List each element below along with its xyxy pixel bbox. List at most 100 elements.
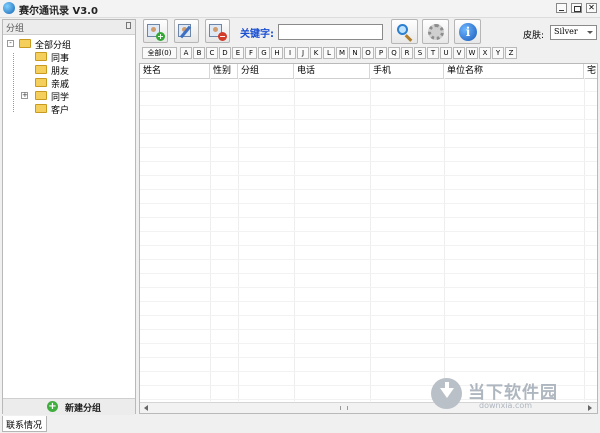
keyword-search-input[interactable] — [278, 24, 383, 40]
filter-letter-button[interactable]: X — [479, 47, 491, 59]
grid-row-line — [140, 343, 597, 344]
filter-letter-button[interactable]: Z — [505, 47, 517, 59]
grid-row-line — [140, 105, 597, 106]
pin-icon[interactable] — [126, 22, 131, 29]
tree-item[interactable]: + 同学 — [3, 89, 133, 103]
filter-all-button[interactable]: 全部(0) — [142, 47, 177, 59]
skin-select[interactable]: Silver — [550, 25, 597, 40]
title-bar: 赛尔通讯录 V3.0 ✕ — [0, 0, 600, 18]
settings-button[interactable] — [422, 19, 449, 44]
folder-icon — [19, 39, 31, 48]
grid-row-line — [140, 119, 597, 120]
grid-row-line — [140, 315, 597, 316]
tree-item[interactable]: 同事 — [3, 50, 133, 64]
filter-letter-button[interactable]: F — [245, 47, 257, 59]
filter-letter-button[interactable]: D — [219, 47, 231, 59]
folder-icon — [35, 52, 47, 61]
collapse-icon[interactable]: - — [7, 40, 14, 47]
grid-row-line — [140, 147, 597, 148]
edit-contact-button[interactable] — [174, 19, 199, 43]
grid-column-line — [294, 78, 295, 401]
about-button[interactable]: i — [454, 19, 481, 44]
column-header[interactable]: 电话 — [294, 64, 370, 78]
filter-letter-button[interactable]: P — [375, 47, 387, 59]
tree-item[interactable]: - 全部分组 — [3, 37, 133, 51]
grid-row-line — [140, 231, 597, 232]
skin-label: 皮肤: — [523, 31, 545, 41]
search-button[interactable] — [391, 19, 418, 44]
delete-contact-button[interactable]: − — [205, 19, 230, 43]
watermark-url: downxia.com — [479, 401, 533, 410]
filter-letter-button[interactable]: C — [206, 47, 218, 59]
skin-select-value: Silver — [554, 27, 578, 36]
maximize-button[interactable] — [571, 3, 582, 13]
close-button[interactable]: ✕ — [586, 3, 597, 13]
grid-row-line — [140, 175, 597, 176]
grid-column-line — [584, 78, 585, 401]
column-header[interactable]: 单位名称 — [444, 64, 584, 78]
scroll-thumb[interactable] — [340, 406, 348, 410]
grid-row-line — [140, 259, 597, 260]
filter-letter-button[interactable]: T — [427, 47, 439, 59]
grid-column-line — [210, 78, 211, 401]
scroll-right-icon[interactable] — [588, 405, 592, 411]
tree-item[interactable]: 客户 — [3, 102, 133, 116]
folder-icon — [35, 91, 47, 100]
app-logo-icon — [3, 2, 15, 14]
grid-row-line — [140, 329, 597, 330]
filter-letter-button[interactable]: H — [271, 47, 283, 59]
filter-letter-button[interactable]: G — [258, 47, 270, 59]
filter-letter-button[interactable]: B — [193, 47, 205, 59]
grid-row-line — [140, 189, 597, 190]
filter-letter-button[interactable]: Y — [492, 47, 504, 59]
filter-letter-button[interactable]: N — [349, 47, 361, 59]
filter-letter-button[interactable]: J — [297, 47, 309, 59]
watermark-text: 当下软件园 — [468, 383, 558, 403]
folder-icon — [35, 65, 47, 74]
grid-body — [140, 78, 597, 401]
filter-letter-button[interactable]: M — [336, 47, 348, 59]
filter-letter-button[interactable]: L — [323, 47, 335, 59]
window-title: 赛尔通讯录 V3.0 — [19, 6, 98, 17]
filter-letter-button[interactable]: A — [180, 47, 192, 59]
group-panel-header: 分组 — [3, 20, 135, 35]
column-header[interactable]: 性别 — [210, 64, 238, 78]
column-header[interactable]: 姓名 — [140, 64, 210, 78]
tab-contact-details[interactable]: 联系情况 — [2, 416, 47, 432]
new-group-button[interactable]: + 新建分组 — [3, 398, 135, 415]
keyword-label: 关键字: — [240, 29, 274, 40]
grid-row-line — [140, 203, 597, 204]
grid-row-line — [140, 133, 597, 134]
scroll-left-icon[interactable] — [144, 405, 148, 411]
column-header[interactable]: 分组 — [238, 64, 294, 78]
expand-icon[interactable]: + — [21, 92, 28, 99]
filter-letter-button[interactable]: O — [362, 47, 374, 59]
filter-letter-button[interactable]: E — [232, 47, 244, 59]
group-tree: - 全部分组 同事 朋友 亲戚 + 同学 客户 — [3, 37, 135, 127]
folder-icon — [35, 78, 47, 87]
folder-icon — [35, 104, 47, 113]
download-arrow-icon — [431, 378, 462, 409]
minimize-button[interactable] — [556, 3, 567, 13]
tree-item[interactable]: 朋友 — [3, 63, 133, 77]
filter-letter-button[interactable]: K — [310, 47, 322, 59]
add-contact-button[interactable]: + — [143, 19, 168, 43]
filter-letter-button[interactable]: I — [284, 47, 296, 59]
grid-row-line — [140, 91, 597, 92]
tree-item[interactable]: 亲戚 — [3, 76, 133, 90]
filter-letter-button[interactable]: W — [466, 47, 478, 59]
minimize-icon — [559, 10, 564, 11]
filter-letter-button[interactable]: U — [440, 47, 452, 59]
filter-letter-button[interactable]: V — [453, 47, 465, 59]
filter-letter-button[interactable]: R — [401, 47, 413, 59]
filter-letter-button[interactable]: Q — [388, 47, 400, 59]
grid-column-line — [370, 78, 371, 401]
filter-letter-button[interactable]: S — [414, 47, 426, 59]
alphabet-filter-bar: 全部(0) A B C D E F G H I J K L M N O P Q R S T U V W X Y Z — [139, 47, 600, 61]
contacts-grid: 姓名 性别 分组 电话 手机 单位名称宅 — [139, 63, 598, 414]
add-icon: + — [47, 401, 58, 412]
grid-row-line — [140, 161, 597, 162]
column-header[interactable]: 宅 — [584, 64, 597, 78]
column-header[interactable]: 手机 — [370, 64, 444, 78]
grid-column-line — [238, 78, 239, 401]
